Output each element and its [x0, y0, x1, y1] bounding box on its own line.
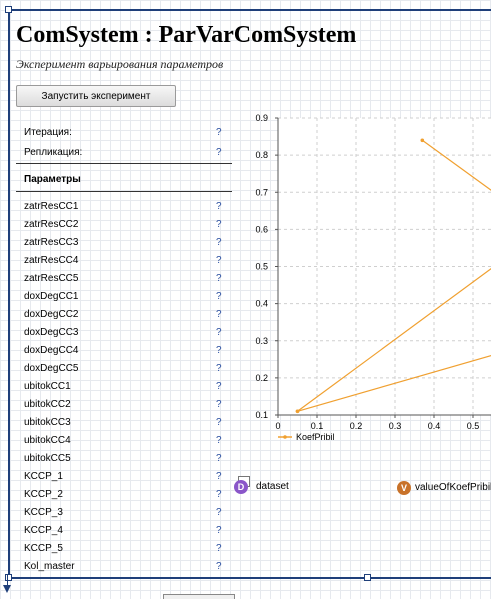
param-label: KCCP_4 — [24, 525, 63, 536]
param-value: ? — [216, 507, 222, 518]
param-value: ? — [216, 543, 222, 554]
y-tick-label: 0.4 — [255, 299, 268, 309]
param-label: ubitokCC1 — [24, 381, 71, 392]
replication-label: Репликация: — [24, 147, 82, 158]
param-value: ? — [216, 345, 222, 356]
iteration-value: ? — [216, 127, 222, 138]
legend-label: KoefPribil — [296, 432, 335, 442]
x-tick-label: 0.5 — [467, 421, 480, 431]
param-label: ubitokCC3 — [24, 417, 71, 428]
dataset-label: dataset — [256, 481, 289, 492]
param-label: KCCP_3 — [24, 507, 63, 518]
param-label: ubitokCC5 — [24, 453, 71, 464]
legend-swatch-marker — [283, 435, 287, 439]
y-tick-label: 0.9 — [255, 113, 268, 123]
param-value: ? — [216, 237, 222, 248]
divider — [16, 163, 232, 164]
param-label: zatrResCC2 — [24, 219, 78, 230]
frame-resize-handle-bottom-center[interactable] — [364, 574, 371, 581]
y-tick-label: 0.2 — [255, 373, 268, 383]
frame-resize-handle-top-left[interactable] — [5, 6, 12, 13]
series-point — [296, 409, 300, 413]
y-tick-label: 0.7 — [255, 187, 268, 197]
variable-v-icon: V — [397, 481, 411, 495]
param-value: ? — [216, 381, 222, 392]
y-tick-label: 0.1 — [255, 410, 268, 420]
param-label: doxDegCC2 — [24, 309, 78, 320]
param-label: KCCP_2 — [24, 489, 63, 500]
param-label: doxDegCC4 — [24, 345, 78, 356]
series-point — [421, 138, 425, 142]
x-tick-labels: 0 0.1 0.2 0.3 0.4 0.5 — [275, 421, 479, 431]
param-value: ? — [216, 363, 222, 374]
param-value: ? — [216, 525, 222, 536]
param-value: ? — [216, 291, 222, 302]
param-value: ? — [216, 273, 222, 284]
y-tick-label: 0.5 — [255, 262, 268, 272]
legend: KoefPribil — [278, 432, 335, 442]
replication-value: ? — [216, 147, 222, 158]
param-value: ? — [216, 399, 222, 410]
param-value: ? — [216, 417, 222, 428]
param-value: ? — [216, 435, 222, 446]
param-label: KCCP_5 — [24, 543, 63, 554]
param-label: Kol_master — [24, 561, 75, 572]
dataset-d-icon: D — [234, 480, 248, 494]
arrow-down-icon — [3, 585, 11, 593]
param-value: ? — [216, 453, 222, 464]
y-tick-labels: 0.1 0.2 0.3 0.4 0.5 0.6 0.7 0.8 0.9 — [255, 113, 268, 420]
variable-label: valueOfKoefPribil — [415, 482, 491, 493]
x-tick-label: 0 — [275, 421, 280, 431]
y-tick-label: 0.6 — [255, 224, 268, 234]
param-value: ? — [216, 309, 222, 320]
param-value: ? — [216, 255, 222, 266]
param-value: ? — [216, 471, 222, 482]
param-value: ? — [216, 561, 222, 572]
experiment-frame-bottom-border — [8, 577, 491, 579]
line-chart: 0.10.20.30.40.50.60.70.80.9 00.10.20.30.… — [232, 110, 491, 460]
x-tick-label: 0.3 — [389, 421, 402, 431]
parameters-heading: Параметры — [24, 174, 81, 185]
experiment-frame-top-border — [8, 9, 491, 11]
param-label: ubitokCC4 — [24, 435, 71, 446]
run-experiment-button[interactable]: Запустить эксперимент — [16, 85, 176, 107]
param-label: doxDegCC3 — [24, 327, 78, 338]
page-subtitle: Эксперимент варьирования параметров — [16, 57, 223, 72]
param-label: KCCP_1 — [24, 471, 63, 482]
y-tick-label: 0.3 — [255, 336, 268, 346]
param-label: zatrResCC1 — [24, 201, 78, 212]
param-label: zatrResCC3 — [24, 237, 78, 248]
iteration-label: Итерация: — [24, 127, 72, 138]
param-value: ? — [216, 327, 222, 338]
experiment-frame-left-border — [8, 9, 10, 577]
bottom-tab[interactable] — [163, 594, 235, 599]
page-title: ComSystem : ParVarComSystem — [16, 22, 356, 49]
param-label: ubitokCC2 — [24, 399, 71, 410]
y-tick-label: 0.8 — [255, 150, 268, 160]
param-label: zatrResCC4 — [24, 255, 78, 266]
divider — [16, 191, 232, 192]
x-tick-label: 0.4 — [428, 421, 441, 431]
param-value: ? — [216, 219, 222, 230]
param-label: doxDegCC1 — [24, 291, 78, 302]
x-tick-label: 0.1 — [311, 421, 324, 431]
param-value: ? — [216, 489, 222, 500]
x-tick-label: 0.2 — [350, 421, 363, 431]
param-label: doxDegCC5 — [24, 363, 78, 374]
param-value: ? — [216, 201, 222, 212]
param-label: zatrResCC5 — [24, 273, 78, 284]
